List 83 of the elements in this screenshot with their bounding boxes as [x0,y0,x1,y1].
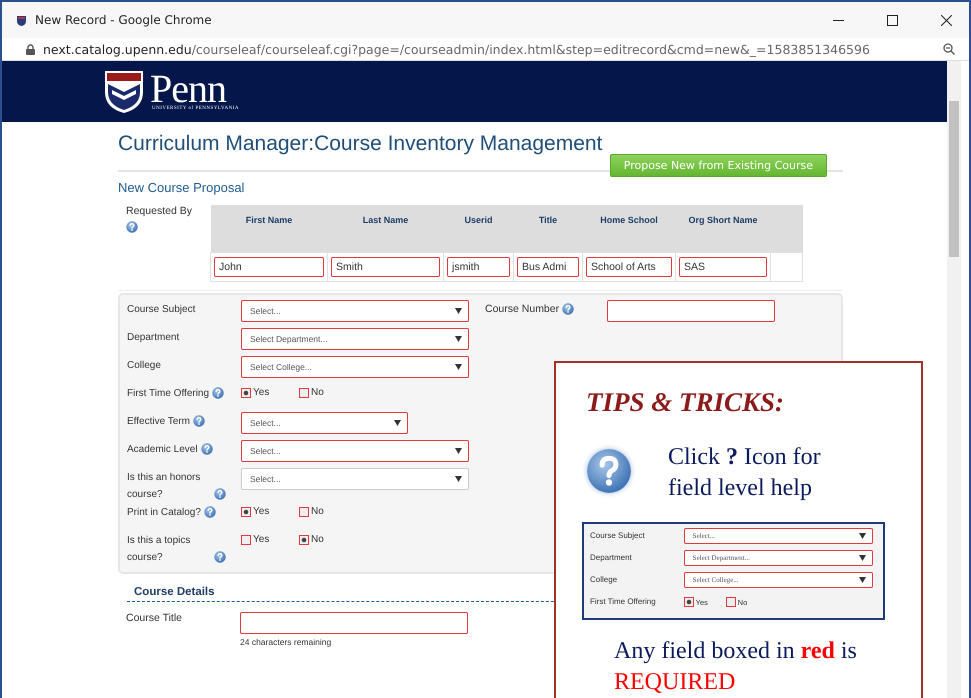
shield-icon [104,70,144,114]
radio-button[interactable] [241,534,251,544]
input-field[interactable]: Bus Admi [517,257,579,277]
help-icon[interactable] [212,387,224,400]
section-heading: New Course Proposal [118,180,246,195]
field-label: Requested By [126,205,192,217]
dropdown[interactable]: Select... [241,300,469,322]
radio-option[interactable]: Yes [241,534,281,545]
column-header: Last Name [328,205,444,252]
field-label: Course Number [485,303,560,315]
lock-icon [26,44,35,54]
field-label: Is this a topics course? [127,534,192,565]
column-header: Title [514,205,582,252]
column-header: First Name [210,205,328,252]
dropdown[interactable]: Select... [241,440,469,462]
input-field[interactable] [607,300,775,322]
input-field[interactable]: jsmith [447,257,510,277]
radio-button[interactable] [726,597,736,607]
dropdown[interactable]: Select... [241,412,408,434]
radio-option[interactable]: No [299,387,339,398]
zoom-icon[interactable] [943,43,955,55]
caret-icon [859,533,866,539]
input-field[interactable]: John [214,257,324,277]
radio-button[interactable] [299,506,309,516]
help-icon[interactable] [200,443,213,456]
help-icon[interactable] [193,415,205,428]
address-bar[interactable]: next.catalog.upenn.edu/courseleaf/courseleaf.cgi?page=/courseadmin/index.html&step=editrecord&cmd=new&_=1583851346596 [43,42,935,56]
field-label: First Time Offering [127,387,210,401]
radio-option[interactable]: Yes [241,387,281,398]
input-field[interactable]: School of Arts [586,257,672,277]
dropdown[interactable]: Select... [241,468,469,490]
help-icon[interactable] [562,303,574,315]
caret-icon [455,336,462,342]
radio-button[interactable] [684,597,694,607]
input-field[interactable]: Smith [331,257,440,277]
dropdown[interactable]: Select Department... [241,328,469,350]
field-label: Course Subject [590,530,646,540]
help-icon[interactable] [214,551,226,564]
radio-option[interactable]: Yes [241,506,281,517]
window-title: New Record - Google Chrome [35,13,213,27]
radio-option[interactable]: No [299,506,339,517]
column-header: Userid [444,205,514,252]
required-note: Any field boxed in red is REQUIRED [614,637,858,697]
field-label: Is this an honors course? [127,471,202,502]
input-field[interactable] [240,612,468,634]
field-label: Department [590,552,633,562]
help-icon[interactable] [586,448,632,494]
help-icon[interactable] [204,506,216,518]
scrollbar[interactable] [947,61,961,698]
tips-title: TIPS & TRICKS: [586,387,786,418]
maximize-icon [886,14,898,26]
character-count: 24 characters remaining [240,637,332,647]
radio-button[interactable] [241,388,251,398]
help-icon[interactable] [214,488,226,500]
radio-button[interactable] [299,388,309,398]
radio-option[interactable]: No [299,534,339,545]
site-icon [16,14,27,26]
dropdown[interactable]: Select College... [241,356,469,378]
field-label: Print in Catalog? [127,506,201,520]
field-label: Academic Level [127,443,198,457]
caret-icon [455,476,462,482]
field-label: Department [127,331,180,345]
field-label: Effective Term [127,415,190,429]
close-icon [940,14,952,26]
caret-icon [455,448,462,454]
field-label: Course Title [126,612,184,626]
caret-icon [455,308,462,314]
input-field[interactable]: SAS [679,257,767,277]
radio-button[interactable] [299,534,309,544]
caret-icon [859,577,866,583]
radio-button[interactable] [241,506,251,516]
logo-text: Penn [150,72,226,106]
caret-icon [394,420,401,426]
help-text: Click ? Icon for field level help [668,443,822,503]
page-heading: Curriculum Manager:Course Inventory Management [118,132,604,156]
field-label: College [127,359,161,373]
field-label: Course Subject [127,303,196,317]
column-header: Home School [582,205,676,252]
column-header: Org Short Name [676,205,770,252]
caret-icon [859,555,866,561]
field-label: College [590,574,618,584]
caret-icon [455,364,462,370]
help-icon[interactable] [126,221,138,233]
